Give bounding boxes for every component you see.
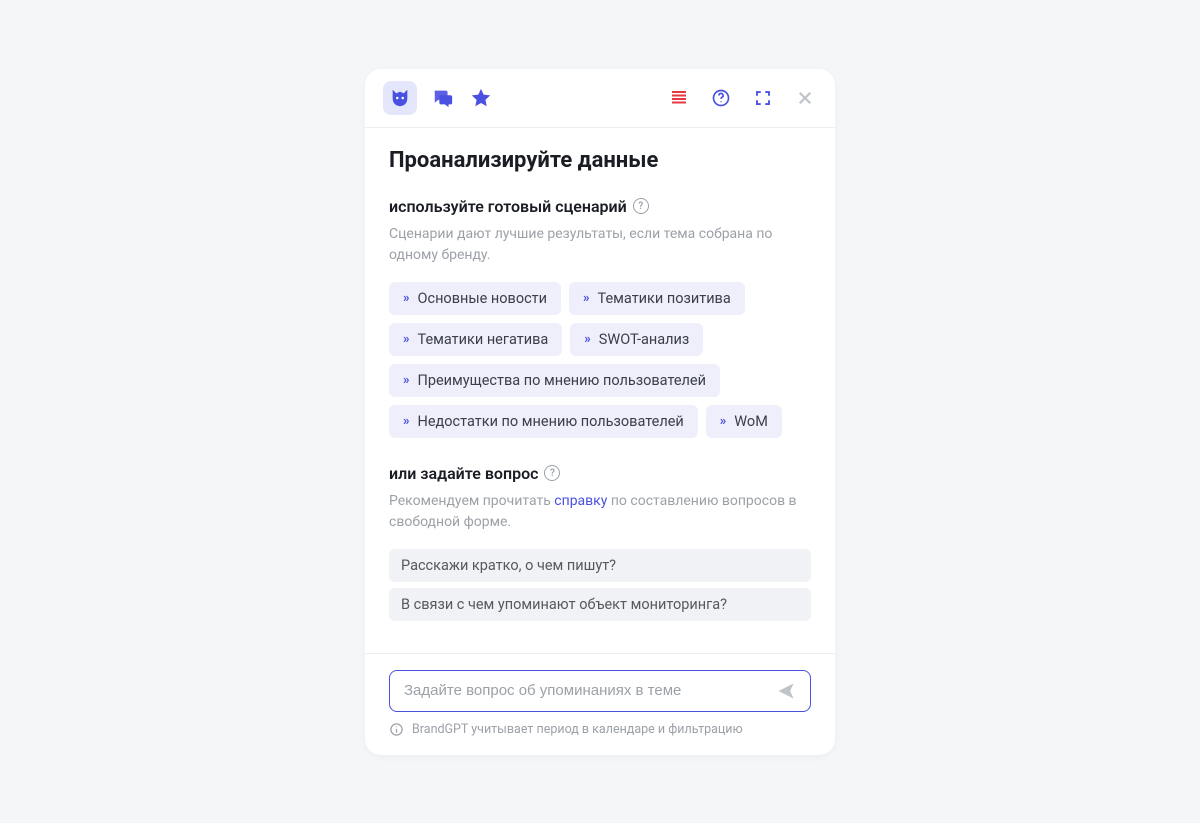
chip-main-news[interactable]: » Основные новости (389, 282, 561, 315)
star-icon (470, 87, 492, 109)
send-button[interactable] (776, 681, 796, 701)
lines-icon (670, 89, 688, 107)
question-heading-text: или задайте вопрос (389, 464, 538, 483)
toolbar (365, 69, 835, 128)
toolbar-right (667, 86, 817, 110)
chip-negative-topics[interactable]: » Тематики негатива (389, 323, 562, 356)
fox-icon (389, 87, 411, 109)
content: Проанализируйте данные используйте готов… (365, 128, 835, 643)
question-description: Рекомендуем прочитать справку по составл… (389, 491, 811, 533)
chevron-right-icon: » (403, 414, 410, 429)
footnote: BrandGPT учитывает период в календаре и … (389, 722, 811, 737)
toolbar-left (383, 81, 493, 115)
chat-panel: Проанализируйте данные используйте готов… (365, 69, 835, 755)
info-icon (389, 722, 404, 737)
chevron-right-icon: » (403, 332, 410, 347)
lines-button[interactable] (667, 86, 691, 110)
chip-disadvantages[interactable]: » Недостатки по мнению пользователей (389, 405, 698, 438)
chip-label: Тематики позитива (598, 290, 731, 307)
chevron-right-icon: » (584, 332, 591, 347)
chip-label: SWOT-анализ (599, 331, 690, 348)
footer: BrandGPT учитывает период в календаре и … (365, 654, 835, 755)
messages-icon (432, 87, 454, 109)
chevron-right-icon: » (583, 291, 590, 306)
chip-positive-topics[interactable]: » Тематики позитива (569, 282, 745, 315)
scenario-chips: » Основные новости » Тематики позитива »… (389, 282, 811, 438)
example-questions: Расскажи кратко, о чем пишут? В связи с … (389, 549, 811, 621)
help-link[interactable]: справку (554, 493, 607, 509)
page-title: Проанализируйте данные (389, 148, 811, 173)
scenario-heading: используйте готовый сценарий ? (389, 197, 811, 216)
chip-wom[interactable]: » WoM (706, 405, 782, 438)
help-button[interactable] (709, 86, 733, 110)
question-input[interactable] (404, 682, 766, 699)
chevron-right-icon: » (720, 414, 727, 429)
help-icon[interactable]: ? (633, 198, 649, 214)
input-wrapper (389, 670, 811, 712)
example-question-2[interactable]: В связи с чем упоминают объект мониторин… (389, 588, 811, 621)
close-button[interactable] (793, 86, 817, 110)
question-heading: или задайте вопрос ? (389, 464, 811, 483)
chip-label: Недостатки по мнению пользователей (418, 413, 684, 430)
expand-button[interactable] (751, 86, 775, 110)
logo-button[interactable] (383, 81, 417, 115)
chip-label: WoM (734, 413, 768, 430)
chip-label: Тематики негатива (418, 331, 549, 348)
question-circle-icon (711, 88, 731, 108)
chip-advantages[interactable]: » Преимущества по мнению пользователей (389, 364, 720, 397)
chip-label: Основные новости (418, 290, 548, 307)
scenario-description: Сценарии дают лучшие результаты, если те… (389, 224, 811, 266)
help-icon[interactable]: ? (544, 465, 560, 481)
desc-prefix: Рекомендуем прочитать (389, 493, 554, 509)
chevron-right-icon: » (403, 291, 410, 306)
messages-button[interactable] (431, 86, 455, 110)
close-icon (796, 89, 814, 107)
chevron-right-icon: » (403, 373, 410, 388)
favorites-button[interactable] (469, 86, 493, 110)
chip-swot[interactable]: » SWOT-анализ (570, 323, 703, 356)
expand-icon (754, 89, 772, 107)
chip-label: Преимущества по мнению пользователей (418, 372, 707, 389)
scenario-heading-text: используйте готовый сценарий (389, 197, 627, 216)
example-question-1[interactable]: Расскажи кратко, о чем пишут? (389, 549, 811, 582)
send-icon (776, 681, 796, 701)
footnote-text: BrandGPT учитывает период в календаре и … (412, 722, 743, 737)
